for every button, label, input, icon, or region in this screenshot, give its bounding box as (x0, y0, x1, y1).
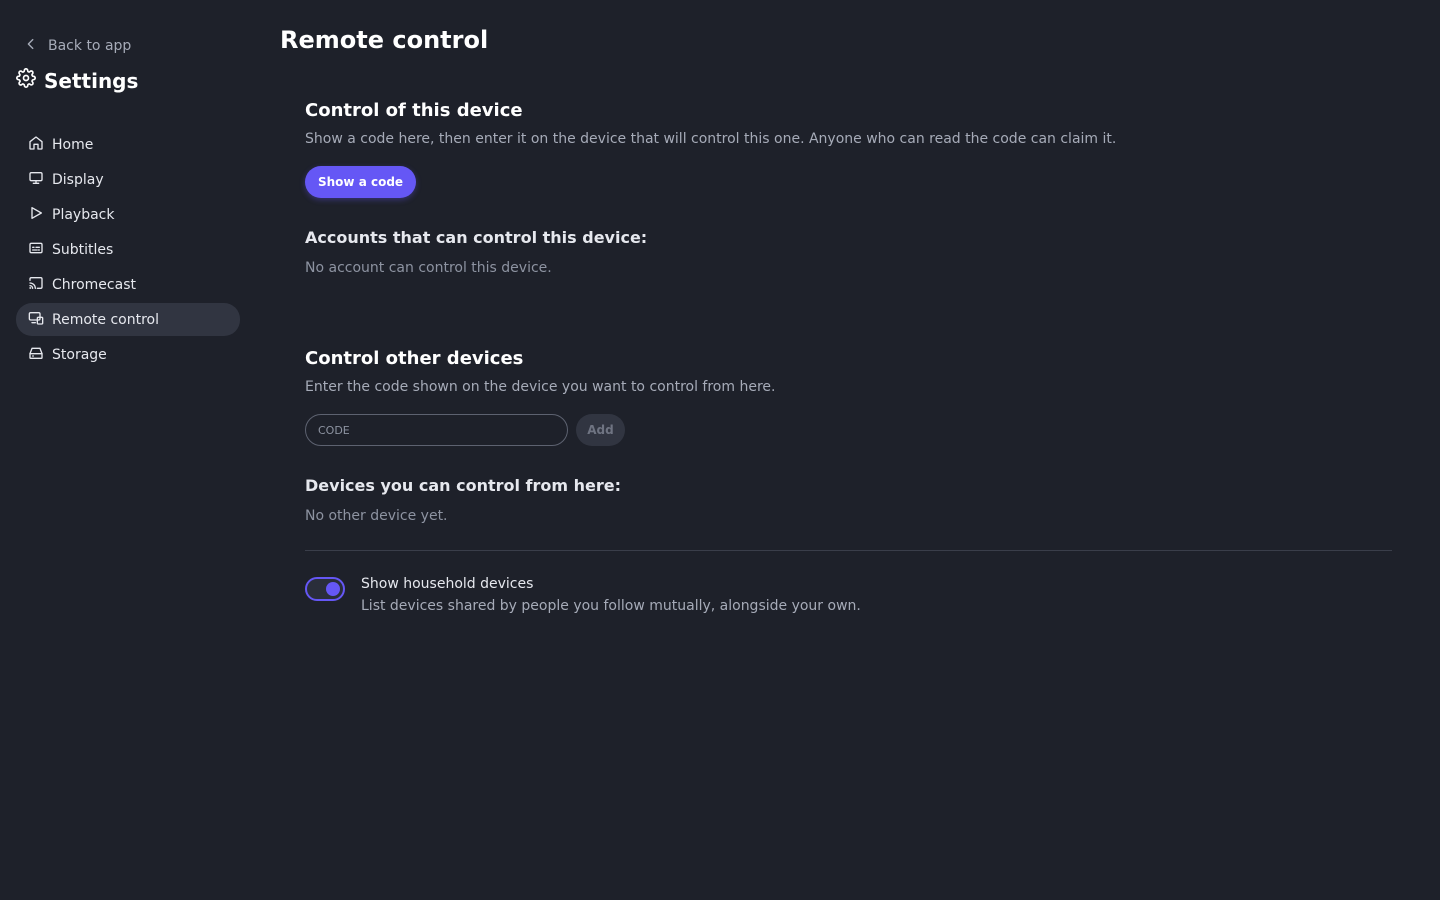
sidebar-item-home[interactable]: Home (16, 128, 240, 161)
cast-icon (28, 275, 44, 295)
accounts-heading: Accounts that can control this device: (305, 228, 648, 247)
back-to-app-label: Back to app (48, 38, 132, 54)
household-toggle-description: List devices shared by people you follow… (361, 598, 861, 614)
code-input[interactable] (305, 414, 568, 446)
devices-heading: Devices you can control from here: (305, 476, 622, 495)
add-button[interactable]: Add (576, 414, 625, 446)
settings-nav: Home Display Playback Subtitles Chromeca… (16, 128, 240, 373)
toggle-knob (326, 582, 340, 596)
storage-icon (28, 345, 44, 365)
subtitles-icon (28, 240, 44, 260)
this-device-heading: Control of this device (305, 100, 523, 121)
household-devices-toggle[interactable] (305, 577, 345, 601)
monitor-icon (28, 170, 44, 190)
sidebar-item-storage[interactable]: Storage (16, 338, 240, 371)
show-code-button[interactable]: Show a code (305, 166, 417, 198)
play-icon (28, 205, 44, 225)
back-to-app-link[interactable]: Back to app (24, 36, 131, 56)
home-icon (28, 135, 44, 155)
sidebar-item-display[interactable]: Display (16, 163, 240, 196)
sidebar-item-subtitles[interactable]: Subtitles (16, 233, 240, 266)
sidebar-item-remote-control[interactable]: Remote control (16, 303, 240, 336)
sidebar-item-playback[interactable]: Playback (16, 198, 240, 231)
household-toggle-label: Show household devices (361, 576, 534, 592)
sidebar-item-label: Storage (52, 346, 107, 363)
sidebar-item-label: Remote control (52, 311, 159, 328)
other-devices-description: Enter the code shown on the device you w… (305, 379, 776, 395)
remote-devices-icon (28, 310, 44, 330)
this-device-description: Show a code here, then enter it on the d… (305, 131, 1117, 147)
sidebar: Back to app Settings Home Display Playba… (0, 0, 256, 900)
chevron-left-icon (24, 37, 38, 55)
sidebar-item-label: Chromecast (52, 276, 136, 293)
page-title: Remote control (280, 26, 489, 54)
gear-icon (16, 68, 36, 93)
accounts-empty-note: No account can control this device. (305, 260, 552, 276)
sidebar-item-label: Display (52, 171, 104, 188)
sidebar-item-label: Home (52, 136, 94, 153)
devices-empty-note: No other device yet. (305, 508, 448, 524)
settings-title-label: Settings (44, 68, 139, 93)
section-divider (305, 550, 1392, 551)
settings-title: Settings (16, 68, 138, 93)
sidebar-item-label: Subtitles (52, 241, 114, 258)
sidebar-item-label: Playback (52, 206, 115, 223)
other-devices-heading: Control other devices (305, 348, 524, 369)
sidebar-item-chromecast[interactable]: Chromecast (16, 268, 240, 301)
main-content: Remote control Control of this device Sh… (280, 0, 1392, 900)
